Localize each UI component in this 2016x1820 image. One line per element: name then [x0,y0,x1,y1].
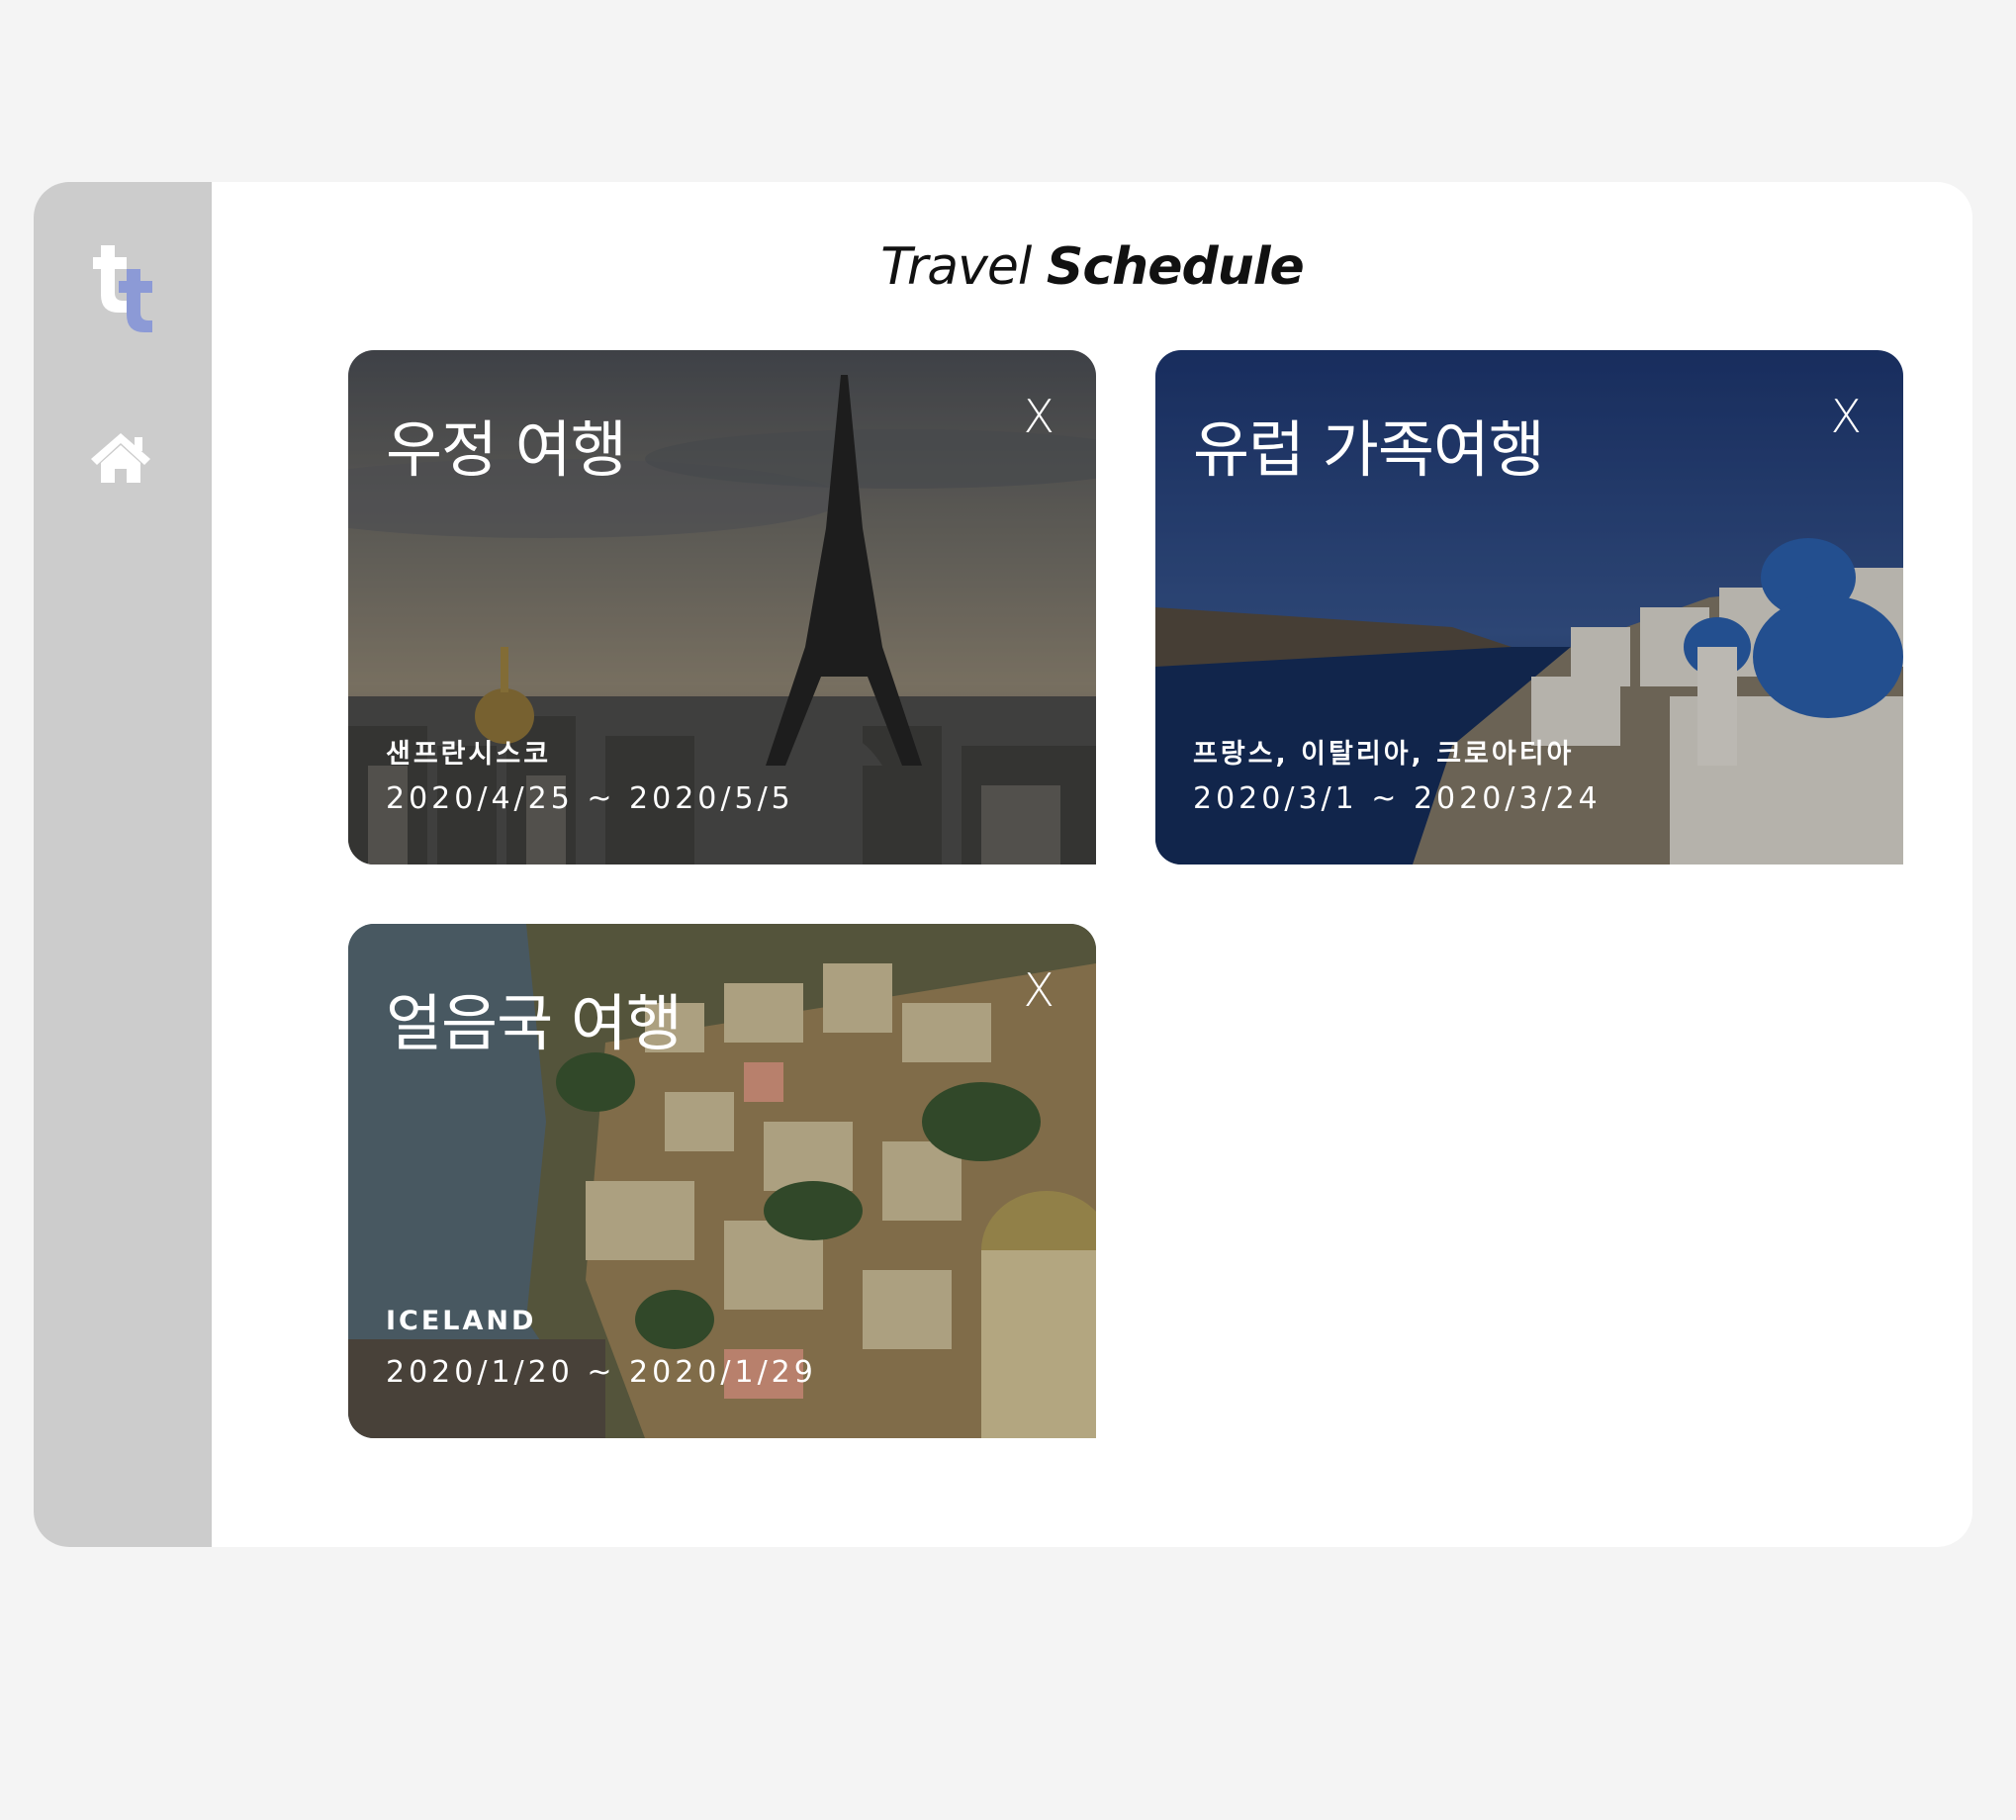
trip-place: ICELAND [386,1306,537,1336]
close-icon[interactable]: X [1830,390,1862,443]
trip-card[interactable]: 유럽 가족여행 X 프랑스, 이탈리아, 크로아티아 2020/3/1 ~ 20… [1155,350,1903,864]
page-title: Travel Schedule [212,237,1972,297]
tt-logo-icon[interactable] [91,235,180,334]
trip-place: 샌프란시스코 [386,739,552,770]
close-icon[interactable]: X [1023,390,1054,443]
trip-title: 얼음국 여행 [386,987,683,1059]
home-icon[interactable] [89,429,152,485]
sidebar [34,182,212,1547]
page-title-light: Travel [880,237,1032,297]
trip-dates: 2020/4/25 ~ 2020/5/5 [386,781,794,816]
close-icon[interactable]: X [1023,963,1054,1017]
trip-title: 우정 여행 [386,413,627,486]
trip-card[interactable]: 얼음국 여행 X ICELAND 2020/1/20 ~ 2020/1/29 [348,924,1096,1438]
trip-dates: 2020/3/1 ~ 2020/3/24 [1193,781,1602,816]
trip-card[interactable]: 우정 여행 X 샌프란시스코 2020/4/25 ~ 2020/5/5 [348,350,1096,864]
trip-dates: 2020/1/20 ~ 2020/1/29 [386,1355,817,1390]
trip-title: 유럽 가족여행 [1193,413,1545,486]
app-window: Travel Schedule 우정 여행 X 샌프란시스코 2020/4/25… [34,182,1972,1547]
page-title-bold: Schedule [1046,237,1305,297]
main-content: Travel Schedule 우정 여행 X 샌프란시스코 2020/4/25… [212,182,1972,1547]
trip-place: 프랑스, 이탈리아, 크로아티아 [1193,739,1575,770]
